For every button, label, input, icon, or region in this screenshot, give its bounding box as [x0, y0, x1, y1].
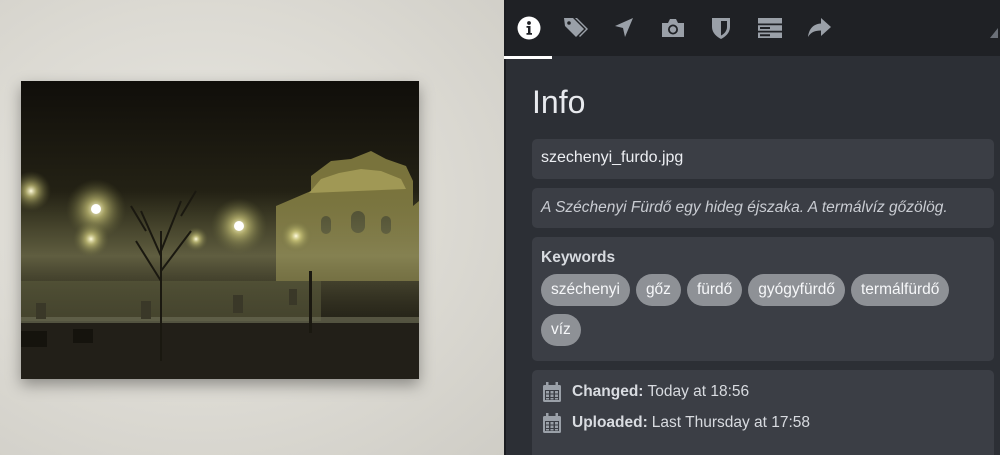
photo-thumbnail[interactable]: [21, 81, 419, 379]
tab-keywords[interactable]: [552, 0, 598, 56]
uploaded-row: Uploaded: Last Thursday at 17:58: [541, 412, 985, 434]
keyword-chips: széchenyi gőz fürdő gyógyfürdő termálfür…: [541, 274, 987, 346]
shield-icon: [712, 18, 730, 39]
keyword-chip[interactable]: gőz: [635, 274, 681, 306]
changed-value: Today at 18:56: [647, 383, 750, 400]
keywords-section: Keywords széchenyi gőz fürdő gyógyfürdő …: [532, 237, 994, 361]
photo-night-bath-image: [21, 81, 419, 379]
uploaded-value: Last Thursday at 17:58: [651, 414, 811, 431]
calendar-icon: [543, 382, 561, 402]
keyword-chip[interactable]: széchenyi: [541, 274, 630, 306]
tab-bar: [504, 0, 1000, 59]
changed-label: Changed:: [572, 383, 644, 400]
info-circle-icon: [517, 16, 541, 40]
info-panel: Info szechenyi_furdo.jpg A Széchenyi Für…: [504, 0, 1000, 455]
tab-share[interactable]: [796, 0, 842, 56]
corner-resize-icon: [990, 28, 998, 38]
calendar-icon: [543, 413, 561, 433]
camera-icon: [662, 19, 684, 37]
tab-storage[interactable]: [747, 0, 793, 56]
location-arrow-icon: [615, 18, 633, 37]
keyword-chip[interactable]: termálfürdő: [850, 274, 950, 306]
tab-permissions[interactable]: [698, 0, 744, 56]
caption-field[interactable]: A Széchenyi Fürdő egy hideg éjszaka. A t…: [532, 188, 994, 228]
tab-location[interactable]: [601, 0, 647, 56]
photo-viewer: [0, 0, 504, 455]
changed-row: Changed: Today at 18:56: [541, 381, 985, 403]
uploaded-label: Uploaded:: [572, 414, 648, 431]
tab-camera[interactable]: [650, 0, 696, 56]
tags-icon: [564, 18, 588, 37]
keyword-chip[interactable]: víz: [541, 314, 581, 346]
share-arrow-icon: [808, 18, 831, 37]
active-tab-indicator: [504, 56, 552, 59]
server-icon: [758, 18, 782, 38]
dates-section: Changed: Today at 18:56 Uploaded: Last T…: [532, 370, 994, 455]
keyword-chip[interactable]: fürdő: [686, 274, 743, 306]
page-title: Info: [532, 84, 586, 120]
filename-field[interactable]: szechenyi_furdo.jpg: [532, 139, 994, 179]
keyword-chip[interactable]: gyógyfürdő: [748, 274, 845, 306]
tab-info[interactable]: [504, 0, 552, 59]
keywords-label: Keywords: [541, 249, 616, 266]
